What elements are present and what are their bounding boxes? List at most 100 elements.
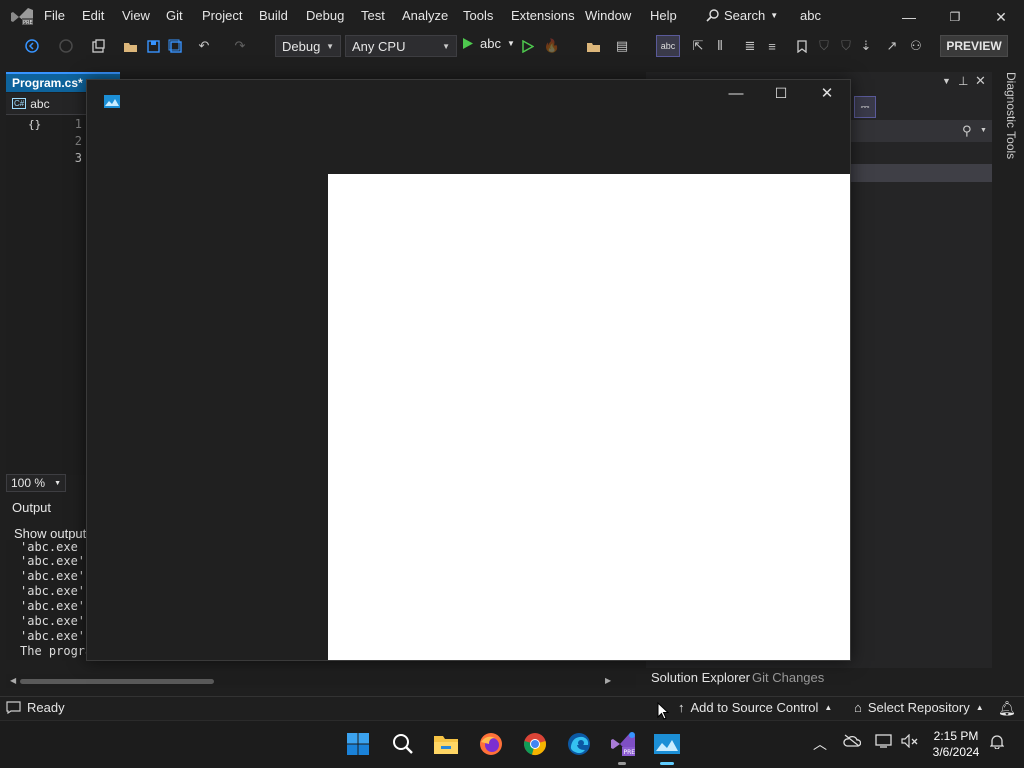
code-editor[interactable] [6, 115, 86, 475]
new-project-icon[interactable] [90, 38, 106, 54]
app-canvas[interactable] [328, 174, 850, 660]
scrollbar-thumb[interactable] [20, 679, 214, 684]
app-window-icon [104, 95, 120, 108]
play-icon [463, 38, 473, 49]
menu-analyze[interactable]: Analyze [402, 8, 448, 23]
live-share-icon[interactable]: ⚇ [908, 38, 924, 54]
clear-bookmarks-icon[interactable]: ⇣ [858, 38, 874, 54]
preview-button[interactable]: PREVIEW [940, 35, 1008, 57]
taskbar-clock[interactable]: 2:15 PM 3/6/2024 [930, 728, 982, 760]
clock-time: 2:15 PM [933, 729, 979, 743]
running-app-taskbar-button[interactable] [651, 728, 683, 760]
output-line: 'abc.exe' [20, 554, 86, 568]
menu-edit[interactable]: Edit [82, 8, 104, 23]
start-debugging-button[interactable]: abc ▼ [462, 36, 515, 51]
menu-file[interactable]: File [44, 8, 65, 23]
hot-reload-icon[interactable]: 🔥 [544, 38, 560, 54]
spell-check-icon[interactable]: abc [656, 35, 680, 57]
restore-button[interactable]: ❐ [932, 6, 978, 28]
notification-center-icon[interactable] [986, 734, 1008, 749]
app-minimize-button[interactable]: — [713, 82, 759, 104]
save-all-icon[interactable] [167, 38, 183, 54]
active-app-indicator [660, 762, 674, 765]
solution-explorer-icon[interactable] [585, 38, 601, 54]
network-icon[interactable] [872, 734, 894, 748]
add-to-source-control-button[interactable]: ↑ Add to Source Control ▲ [678, 700, 832, 715]
panel-menu-icon[interactable]: ▼ [942, 76, 951, 86]
output-text[interactable]: 'abc.exe 'abc.exe' 'abc.exe' 'abc.exe' '… [6, 540, 86, 660]
taskbar-search-button[interactable] [387, 728, 419, 760]
menu-extensions[interactable]: Extensions [511, 8, 575, 23]
share-icon[interactable]: ↗ [884, 38, 900, 54]
redo-icon[interactable]: ↷ [232, 38, 248, 54]
message-icon [6, 701, 21, 714]
onedrive-icon[interactable] [840, 734, 864, 747]
menu-view[interactable]: View [122, 8, 150, 23]
visual-studio-taskbar-button[interactable]: PRE [607, 728, 639, 760]
edge-button[interactable] [563, 728, 595, 760]
chevron-down-icon: ▼ [442, 41, 450, 51]
close-button[interactable]: ✕ [978, 6, 1024, 28]
run-target-label: abc [480, 36, 501, 51]
file-explorer-button[interactable] [430, 728, 462, 760]
menu-build[interactable]: Build [259, 8, 288, 23]
chevron-up-icon: ▲ [824, 703, 833, 712]
diagnostic-tools-tab[interactable]: Diagnostic Tools [996, 72, 1018, 182]
chevron-down-icon: ▼ [770, 11, 779, 20]
select-repository-button[interactable]: ⌂ Select Repository ▲ [854, 700, 984, 715]
pin-icon[interactable]: ⊥ [958, 74, 968, 88]
menu-window[interactable]: Window [585, 8, 631, 23]
indent-icon[interactable]: ≣ [742, 38, 758, 54]
solution-name: abc [800, 8, 821, 23]
namespace-icon: {} [28, 118, 42, 131]
menu-test[interactable]: Test [361, 8, 385, 23]
search-icon [393, 734, 413, 754]
search-box[interactable]: Search ▼ [706, 8, 778, 23]
notifications-icon[interactable]: 🔔︎ [998, 700, 1016, 717]
preview-selected-items-icon[interactable]: ⎓ [854, 96, 876, 118]
next-bookmark-icon[interactable]: ⛉ [838, 38, 854, 54]
back-icon[interactable] [24, 38, 40, 54]
app-maximize-button[interactable]: ☐ [758, 82, 804, 104]
tab-git-changes[interactable]: Git Changes [752, 670, 824, 685]
chevron-up-icon: ︿ [813, 736, 827, 752]
forward-icon[interactable] [58, 38, 74, 54]
search-icon [706, 9, 719, 22]
output-line: 'abc.exe' [20, 569, 86, 583]
bookmark-icon[interactable] [794, 38, 810, 54]
undo-icon[interactable]: ↶ [196, 38, 212, 54]
compare-icon[interactable]: ⫴ [712, 38, 728, 54]
chrome-button[interactable] [519, 728, 551, 760]
add-source-control-label: Add to Source Control [690, 700, 819, 715]
configuration-value: Debug [282, 38, 321, 54]
layout-icon[interactable]: ▤ [614, 38, 630, 54]
menu-debug[interactable]: Debug [306, 8, 344, 23]
tab-solution-explorer[interactable]: Solution Explorer [651, 670, 750, 685]
status-ready: Ready [6, 700, 65, 715]
outdent-icon[interactable]: ≡ [764, 38, 780, 54]
zoom-dropdown[interactable]: 100 % ▼ [6, 474, 66, 492]
menu-tools[interactable]: Tools [463, 8, 493, 23]
menu-project[interactable]: Project [202, 8, 242, 23]
start-without-debugging-icon[interactable] [520, 38, 536, 54]
minimize-button[interactable]: — [886, 6, 932, 28]
open-folder-icon[interactable] [122, 38, 138, 54]
scroll-left-icon[interactable]: ◀ [10, 676, 16, 685]
prev-bookmark-icon[interactable]: ⛉ [816, 38, 832, 54]
save-icon[interactable] [145, 38, 161, 54]
line-number: 2 [74, 134, 82, 148]
solution-tree-row[interactable] [850, 164, 992, 182]
menu-git[interactable]: Git [166, 8, 183, 23]
show-hidden-icons-button[interactable]: ︿ [810, 734, 830, 754]
scroll-right-icon[interactable]: ▶ [605, 676, 611, 685]
start-button[interactable] [342, 728, 374, 760]
panel-close-icon[interactable]: ✕ [975, 73, 986, 89]
volume-muted-icon[interactable] [898, 734, 920, 748]
menu-help[interactable]: Help [650, 8, 677, 23]
firefox-button[interactable] [475, 728, 507, 760]
select-icon[interactable]: ⇱ [690, 38, 706, 54]
navigation-bar[interactable]: C# abc [6, 93, 86, 115]
platform-dropdown[interactable]: Any CPU ▼ [345, 35, 457, 57]
app-close-button[interactable]: ✕ [804, 82, 850, 104]
configuration-dropdown[interactable]: Debug ▼ [275, 35, 341, 57]
